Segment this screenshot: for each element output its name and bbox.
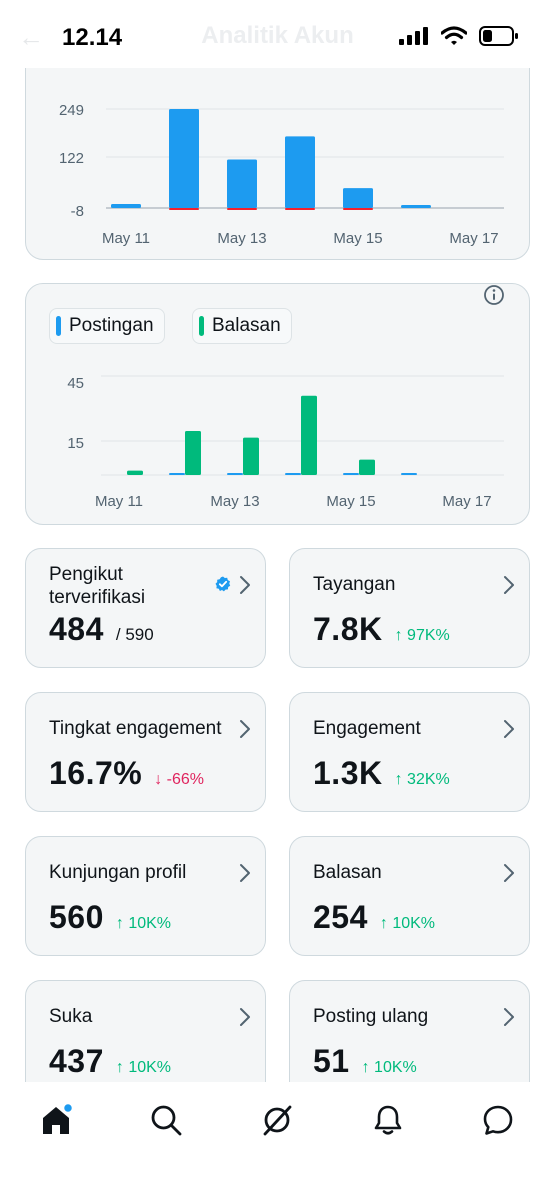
stat-value: 51: [313, 1043, 350, 1079]
stat-card-impressions[interactable]: Tayangan 7.8K ↑ 97K%: [289, 548, 530, 668]
bar-posts: [285, 473, 301, 475]
stat-card-profile-visits[interactable]: Kunjungan profil 560 ↑ 10K%: [25, 836, 266, 956]
chevron-right-icon: [504, 720, 514, 738]
posts-chart-card: Postingan Balasan 45 15 May 11 May 13 Ma…: [25, 283, 530, 525]
messages-icon: [483, 1105, 513, 1135]
chevron-right-icon: [240, 1008, 250, 1026]
stat-label: Suka: [49, 1006, 93, 1027]
bottom-nav: [0, 1082, 555, 1200]
x-tick-label: May 13: [217, 230, 266, 247]
nav-notifications[interactable]: [368, 1100, 408, 1140]
status-bar: ← Analitik Akun 12.14: [0, 0, 555, 68]
stat-value: 560: [49, 899, 104, 935]
stat-label: Tayangan: [313, 574, 396, 595]
stat-value: 1.3K: [313, 755, 383, 791]
bar-posts: [227, 473, 243, 475]
home-icon: [43, 1103, 73, 1134]
status-time: 12.14: [62, 24, 123, 51]
nav-home[interactable]: [36, 1100, 76, 1140]
x-tick-label: May 11: [95, 493, 143, 510]
chevron-right-icon: [504, 576, 514, 594]
notifications-icon: [374, 1105, 402, 1135]
stat-delta: ↓ -66%: [154, 771, 205, 788]
stat-delta: ↑ 97K%: [394, 627, 450, 644]
stat-value: 254: [313, 899, 368, 935]
bar-replies: [185, 431, 201, 475]
stat-delta: ↑ 10K%: [361, 1059, 417, 1076]
x-tick-label: May 17: [442, 493, 491, 510]
chevron-right-icon: [240, 576, 250, 594]
posts-replies-chart: 45 15 May 11 May 13 May 15 May 17: [67, 375, 504, 510]
stat-delta: ↑ 10K%: [115, 1059, 172, 1076]
signal-icon: [399, 27, 428, 45]
bar-replies: [243, 437, 259, 475]
bar-negative: [285, 208, 315, 210]
x-tick-label: May 13: [210, 493, 259, 510]
y-tick-label: 122: [59, 150, 84, 167]
nav-search[interactable]: [146, 1100, 186, 1140]
chevron-right-icon: [240, 864, 250, 882]
bar-impressions: [285, 136, 315, 208]
stat-card-engagements[interactable]: Engagement 1.3K ↑ 32K%: [289, 692, 530, 812]
bar-negative: [169, 208, 199, 210]
stat-delta: ↑ 10K%: [379, 915, 436, 932]
y-tick-label: 45: [67, 375, 84, 392]
bar-negative: [227, 208, 257, 210]
stat-card-verified-followers[interactable]: Pengikut terverifikasi 484 / 590: [25, 548, 266, 668]
stat-value: 7.8K: [313, 611, 383, 647]
stat-label: Engagement: [313, 718, 421, 739]
stat-total: / 590: [115, 625, 154, 644]
stat-value: 437: [49, 1043, 104, 1079]
bar-negative: [343, 208, 373, 210]
stat-delta: ↑ 10K%: [115, 915, 172, 932]
bar-impressions: [111, 204, 141, 208]
stat-card-engagement-rate[interactable]: Tingkat engagement 16.7% ↓ -66%: [25, 692, 266, 812]
x-tick-label: May 11: [102, 230, 150, 247]
bar-posts: [169, 473, 185, 475]
verified-badge-icon: [215, 576, 231, 592]
bar-posts: [401, 473, 417, 475]
bar-impressions: [343, 188, 373, 208]
bar-replies: [301, 395, 317, 475]
impressions-chart: 249 122 -8 May 11 May 13 May 15 May 17: [59, 102, 504, 247]
y-tick-label: 15: [67, 435, 84, 452]
nav-grok[interactable]: [257, 1100, 297, 1140]
stat-label: Posting ulang: [313, 1006, 429, 1027]
bar-replies: [127, 470, 143, 475]
nav-messages[interactable]: [478, 1100, 518, 1140]
y-tick-label: 249: [59, 102, 84, 119]
wifi-icon: [441, 26, 467, 45]
chevron-right-icon: [240, 720, 250, 738]
stat-value: 484: [49, 611, 104, 647]
grok-icon: [263, 1105, 292, 1136]
search-icon: [151, 1105, 182, 1136]
x-tick-label: May 15: [333, 230, 382, 247]
bar-posts: [343, 473, 359, 475]
chevron-right-icon: [504, 1008, 514, 1026]
bar-impressions: [401, 205, 431, 208]
stat-label: Tingkat engagement: [49, 718, 222, 739]
x-tick-label: May 17: [449, 230, 498, 247]
impressions-chart-card: 249 122 -8 May 11 May 13 May 15 May 17: [25, 40, 530, 260]
bar-replies: [359, 459, 375, 475]
battery-icon: [479, 26, 518, 46]
y-tick-label: -8: [71, 203, 84, 220]
bar-impressions: [169, 109, 199, 208]
stat-label: Kunjungan profil: [49, 862, 187, 883]
stat-card-replies[interactable]: Balasan 254 ↑ 10K%: [289, 836, 530, 956]
stat-label: Balasan: [313, 862, 382, 883]
chevron-right-icon: [504, 864, 514, 882]
stat-value: 16.7%: [49, 755, 143, 791]
stat-label: Pengikut terverifikasi: [49, 564, 146, 608]
stat-delta: ↑ 32K%: [394, 771, 450, 788]
x-tick-label: May 15: [326, 493, 375, 510]
bar-impressions: [227, 159, 257, 208]
